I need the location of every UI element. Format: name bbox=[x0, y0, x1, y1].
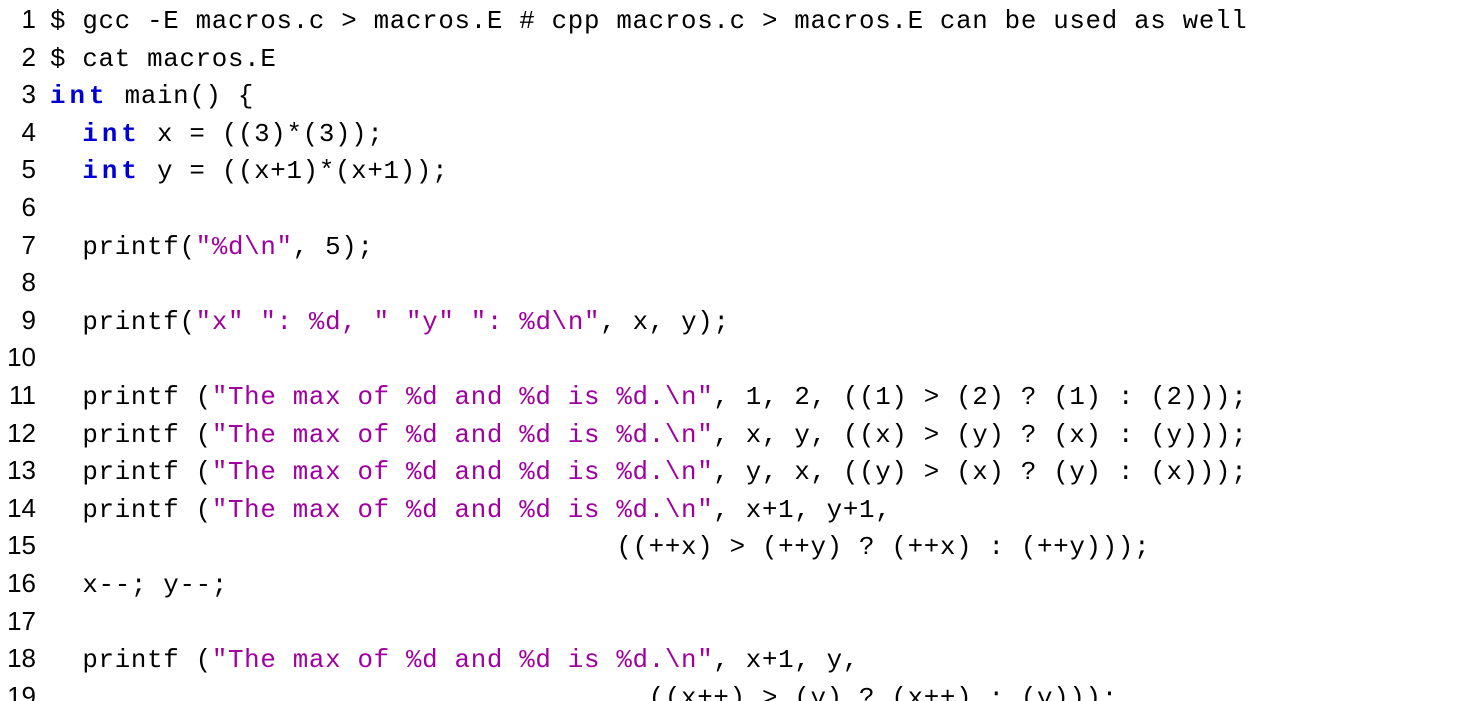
line-number: 13 bbox=[0, 453, 50, 488]
line-number: 14 bbox=[0, 491, 50, 526]
code-line: 17 bbox=[0, 604, 1470, 642]
token-code: printf( bbox=[50, 308, 196, 337]
token-code bbox=[455, 308, 471, 337]
token-code: $ cat macros.E bbox=[50, 45, 277, 74]
line-number: 12 bbox=[0, 416, 50, 451]
line-number: 3 bbox=[0, 77, 50, 112]
code-content: int main() { bbox=[50, 80, 254, 115]
token-code: printf ( bbox=[50, 421, 212, 450]
token-code: printf ( bbox=[50, 383, 212, 412]
code-line: 3int main() { bbox=[0, 77, 1470, 115]
code-content: printf ("The max of %d and %d is %d.\n",… bbox=[50, 644, 859, 679]
code-content: $ cat macros.E bbox=[50, 43, 277, 78]
token-code: , x+1, y, bbox=[713, 646, 859, 675]
code-line: 14 printf ("The max of %d and %d is %d.\… bbox=[0, 491, 1470, 529]
token-code: printf ( bbox=[50, 646, 212, 675]
line-number: 9 bbox=[0, 303, 50, 338]
code-content bbox=[50, 193, 66, 228]
line-number: 11 bbox=[0, 378, 50, 413]
code-line: 15 ((++x) > (++y) ? (++x) : (++y))); bbox=[0, 528, 1470, 566]
line-number: 7 bbox=[0, 228, 50, 263]
token-code: x = ((3)*(3)); bbox=[141, 120, 384, 149]
code-line: 16 x--; y--; bbox=[0, 566, 1470, 604]
token-code: ((x++) > (y) ? (x++) : (y))); bbox=[50, 684, 1118, 701]
code-content: printf("%d\n", 5); bbox=[50, 231, 374, 266]
code-line: 10 bbox=[0, 340, 1470, 378]
token-str: "x" bbox=[196, 308, 245, 337]
code-content: printf("x" ": %d, " "y" ": %d\n", x, y); bbox=[50, 306, 730, 341]
token-code: printf ( bbox=[50, 458, 212, 487]
code-line: 13 printf ("The max of %d and %d is %d.\… bbox=[0, 453, 1470, 491]
code-line: 6 bbox=[0, 190, 1470, 228]
token-kw: int bbox=[82, 157, 140, 186]
code-content: int x = ((3)*(3)); bbox=[50, 118, 384, 153]
token-code: , x+1, y+1, bbox=[713, 496, 891, 525]
token-str: ": %d, " bbox=[260, 308, 389, 337]
line-number: 17 bbox=[0, 604, 50, 639]
code-content: printf ("The max of %d and %d is %d.\n",… bbox=[50, 381, 1247, 416]
token-kw: int bbox=[82, 120, 140, 149]
token-code: printf( bbox=[50, 233, 196, 262]
token-code: $ gcc -E macros.c > macros.E # cpp macro… bbox=[50, 7, 1247, 36]
code-listing: 1$ gcc -E macros.c > macros.E # cpp macr… bbox=[0, 0, 1470, 701]
token-code: , 5); bbox=[293, 233, 374, 262]
line-number: 2 bbox=[0, 40, 50, 75]
token-str: "%d\n" bbox=[196, 233, 293, 262]
token-code: , y, x, ((y) > (x) ? (y) : (x))); bbox=[713, 458, 1247, 487]
code-content bbox=[50, 607, 66, 642]
code-line: 19 ((x++) > (y) ? (x++) : (y))); bbox=[0, 679, 1470, 701]
token-str: "y" bbox=[406, 308, 455, 337]
token-code bbox=[390, 308, 406, 337]
code-line: 1$ gcc -E macros.c > macros.E # cpp macr… bbox=[0, 2, 1470, 40]
token-code: , 1, 2, ((1) > (2) ? (1) : (2))); bbox=[713, 383, 1247, 412]
code-line: 9 printf("x" ": %d, " "y" ": %d\n", x, y… bbox=[0, 303, 1470, 341]
token-code bbox=[50, 120, 82, 149]
token-code: x--; y--; bbox=[50, 571, 228, 600]
line-number: 8 bbox=[0, 265, 50, 300]
token-code: , x, y, ((x) > (y) ? (x) : (y))); bbox=[713, 421, 1247, 450]
token-code: y = ((x+1)*(x+1)); bbox=[141, 157, 448, 186]
code-line: 8 bbox=[0, 265, 1470, 303]
code-line: 2$ cat macros.E bbox=[0, 40, 1470, 78]
code-content: printf ("The max of %d and %d is %d.\n",… bbox=[50, 419, 1247, 454]
code-line: 5 int y = ((x+1)*(x+1)); bbox=[0, 152, 1470, 190]
code-content: x--; y--; bbox=[50, 569, 228, 604]
code-line: 18 printf ("The max of %d and %d is %d.\… bbox=[0, 641, 1470, 679]
code-content: printf ("The max of %d and %d is %d.\n",… bbox=[50, 456, 1247, 491]
line-number: 10 bbox=[0, 340, 50, 375]
token-code: ((++x) > (++y) ? (++x) : (++y))); bbox=[50, 533, 1150, 562]
token-code bbox=[50, 157, 82, 186]
token-str: "The max of %d and %d is %d.\n" bbox=[212, 496, 714, 525]
code-content: ((++x) > (++y) ? (++x) : (++y))); bbox=[50, 531, 1150, 566]
line-number: 16 bbox=[0, 566, 50, 601]
code-content: int y = ((x+1)*(x+1)); bbox=[50, 155, 448, 190]
token-str: "The max of %d and %d is %d.\n" bbox=[212, 383, 714, 412]
code-line: 7 printf("%d\n", 5); bbox=[0, 228, 1470, 266]
line-number: 4 bbox=[0, 115, 50, 150]
line-number: 6 bbox=[0, 190, 50, 225]
token-code: , x, y); bbox=[600, 308, 729, 337]
token-str: "The max of %d and %d is %d.\n" bbox=[212, 458, 714, 487]
token-str: ": %d\n" bbox=[471, 308, 600, 337]
token-kw: int bbox=[50, 82, 108, 111]
token-code bbox=[244, 308, 260, 337]
code-content bbox=[50, 343, 66, 378]
code-line: 12 printf ("The max of %d and %d is %d.\… bbox=[0, 416, 1470, 454]
line-number: 5 bbox=[0, 152, 50, 187]
code-content: ((x++) > (y) ? (x++) : (y))); bbox=[50, 682, 1118, 701]
line-number: 19 bbox=[0, 679, 50, 701]
code-line: 11 printf ("The max of %d and %d is %d.\… bbox=[0, 378, 1470, 416]
line-number: 18 bbox=[0, 641, 50, 676]
code-content bbox=[50, 268, 66, 303]
token-str: "The max of %d and %d is %d.\n" bbox=[212, 646, 714, 675]
token-str: "The max of %d and %d is %d.\n" bbox=[212, 421, 714, 450]
token-code: main() { bbox=[108, 82, 254, 111]
line-number: 1 bbox=[0, 2, 50, 37]
token-code: printf ( bbox=[50, 496, 212, 525]
line-number: 15 bbox=[0, 528, 50, 563]
code-content: printf ("The max of %d and %d is %d.\n",… bbox=[50, 494, 891, 529]
code-line: 4 int x = ((3)*(3)); bbox=[0, 115, 1470, 153]
code-content: $ gcc -E macros.c > macros.E # cpp macro… bbox=[50, 5, 1247, 40]
